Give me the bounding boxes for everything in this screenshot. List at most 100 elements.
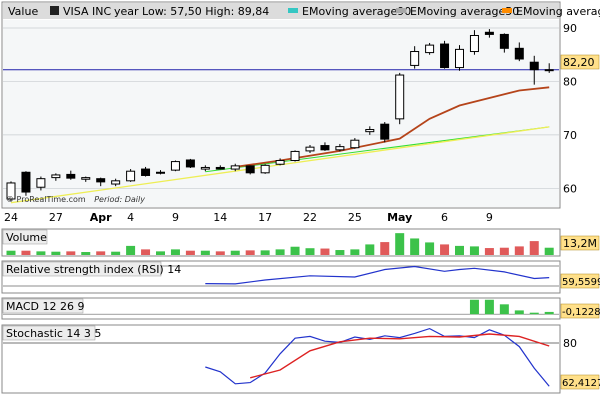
volume-bar bbox=[81, 252, 91, 255]
volume-bar bbox=[215, 251, 225, 255]
candle bbox=[290, 150, 300, 162]
date-tick-label: 24 bbox=[4, 211, 18, 224]
date-tick-label: 14 bbox=[213, 211, 227, 224]
candle-body bbox=[200, 166, 210, 170]
candle-body bbox=[156, 171, 165, 174]
candle-body bbox=[21, 171, 31, 193]
date-tick-label: 27 bbox=[49, 211, 63, 224]
volume-bar bbox=[410, 238, 420, 255]
legend-ema20-label: EMoving average20 bbox=[516, 5, 600, 18]
date-tick-label: May bbox=[387, 211, 412, 224]
stock-chart: Value VISA INC year Low: 57,50 High: 89,… bbox=[1, 1, 600, 394]
rsi-title: Relative strength index (RSI) 14 bbox=[6, 263, 181, 276]
macd-panel: MACD 12 26 9 -0,1228 bbox=[1, 297, 600, 320]
candle-body bbox=[350, 139, 360, 149]
candle-body bbox=[499, 33, 509, 49]
volume-bar bbox=[96, 251, 106, 255]
candle-body bbox=[230, 165, 240, 170]
candle-body bbox=[51, 174, 61, 179]
price-y-tick-label: 80 bbox=[563, 75, 577, 88]
date-tick-label: 22 bbox=[303, 211, 317, 224]
volume-bar bbox=[275, 249, 285, 255]
candle-body bbox=[529, 61, 539, 71]
volume-bar bbox=[529, 241, 539, 255]
volume-bar bbox=[395, 233, 405, 255]
macd-bar bbox=[529, 312, 539, 315]
candle-body bbox=[260, 164, 270, 174]
candle-body bbox=[126, 170, 136, 182]
candle-body bbox=[141, 168, 151, 176]
copyright-watermark: © ProRealTime.com Period: Daily bbox=[6, 195, 145, 204]
candle-body bbox=[410, 51, 420, 66]
volume-bar bbox=[320, 248, 330, 255]
date-tick-label: Apr bbox=[90, 211, 112, 224]
volume-bar bbox=[111, 251, 121, 255]
volume-bar bbox=[350, 249, 360, 255]
candle-body bbox=[514, 47, 524, 60]
volume-title: Volume bbox=[6, 231, 47, 244]
date-tick-label: 9 bbox=[172, 211, 179, 224]
macd-bar bbox=[514, 310, 524, 315]
candle-body bbox=[96, 178, 106, 183]
price-y-tick-label: 70 bbox=[563, 129, 577, 142]
candle-body bbox=[305, 146, 315, 152]
volume-bar bbox=[335, 250, 345, 255]
macd-bar bbox=[544, 311, 554, 315]
candle-body bbox=[544, 69, 554, 72]
volume-panel: Volume 13,2M bbox=[1, 228, 600, 257]
candle-body bbox=[365, 129, 375, 133]
volume-bar bbox=[51, 251, 61, 255]
volume-bar bbox=[36, 251, 46, 255]
candle bbox=[440, 40, 450, 69]
volume-bar bbox=[245, 250, 255, 255]
volume-bar bbox=[260, 250, 270, 255]
candle-body bbox=[455, 48, 464, 69]
volume-bar bbox=[170, 249, 180, 255]
candle-body bbox=[275, 160, 285, 165]
candle bbox=[395, 72, 405, 125]
date-tick-label: 25 bbox=[348, 211, 362, 224]
candle-body bbox=[36, 178, 46, 188]
candle-body bbox=[320, 145, 330, 151]
candle-body bbox=[81, 177, 91, 180]
candle-body bbox=[380, 123, 390, 140]
macd-title: MACD 12 26 9 bbox=[6, 300, 84, 313]
legend-ema90-swatch bbox=[288, 8, 298, 13]
candle bbox=[380, 122, 390, 143]
volume-last-label: 13,2M bbox=[563, 237, 597, 250]
macd-bar bbox=[469, 299, 479, 315]
stochastic-panel: 80 Stochastic 14 3 5 62,4127 bbox=[1, 324, 600, 394]
price-panel: Value VISA INC year Low: 57,50 High: 89,… bbox=[1, 1, 600, 224]
price-y-axis: 60 70 80 90 bbox=[563, 22, 577, 195]
candle-body bbox=[215, 166, 225, 170]
stochastic-tick-label: 80 bbox=[563, 337, 577, 350]
date-tick-label: 17 bbox=[258, 211, 272, 224]
candle-body bbox=[111, 180, 121, 185]
volume-bar bbox=[514, 246, 524, 255]
legend-ema90-label: EMoving average90 bbox=[302, 5, 411, 18]
volume-bar bbox=[21, 250, 31, 255]
candle-body bbox=[245, 165, 255, 174]
volume-bar bbox=[200, 250, 210, 255]
volume-bar bbox=[6, 250, 16, 255]
candle bbox=[260, 164, 270, 174]
date-x-axis: 24 27 Apr 4 9 14 17 22 25 May 6 9 bbox=[4, 211, 493, 224]
stochastic-title: Stochastic 14 3 5 bbox=[6, 327, 101, 340]
candle bbox=[425, 42, 435, 55]
candle-body bbox=[335, 146, 345, 151]
rsi-last-label: 59,5599 bbox=[562, 277, 600, 288]
volume-bar bbox=[544, 247, 554, 255]
price-y-tick-label: 90 bbox=[563, 22, 577, 35]
volume-bar bbox=[425, 242, 435, 255]
candle-body bbox=[425, 44, 435, 54]
date-tick-label: 9 bbox=[486, 211, 493, 224]
volume-bar bbox=[484, 248, 494, 255]
volume-bar bbox=[305, 248, 315, 255]
candle-body bbox=[484, 31, 494, 35]
candle-body bbox=[469, 34, 479, 53]
volume-bar bbox=[66, 251, 76, 255]
volume-bar bbox=[455, 245, 464, 255]
candle bbox=[245, 165, 255, 175]
volume-bar bbox=[380, 242, 390, 255]
candle-legend-icon bbox=[50, 6, 59, 15]
